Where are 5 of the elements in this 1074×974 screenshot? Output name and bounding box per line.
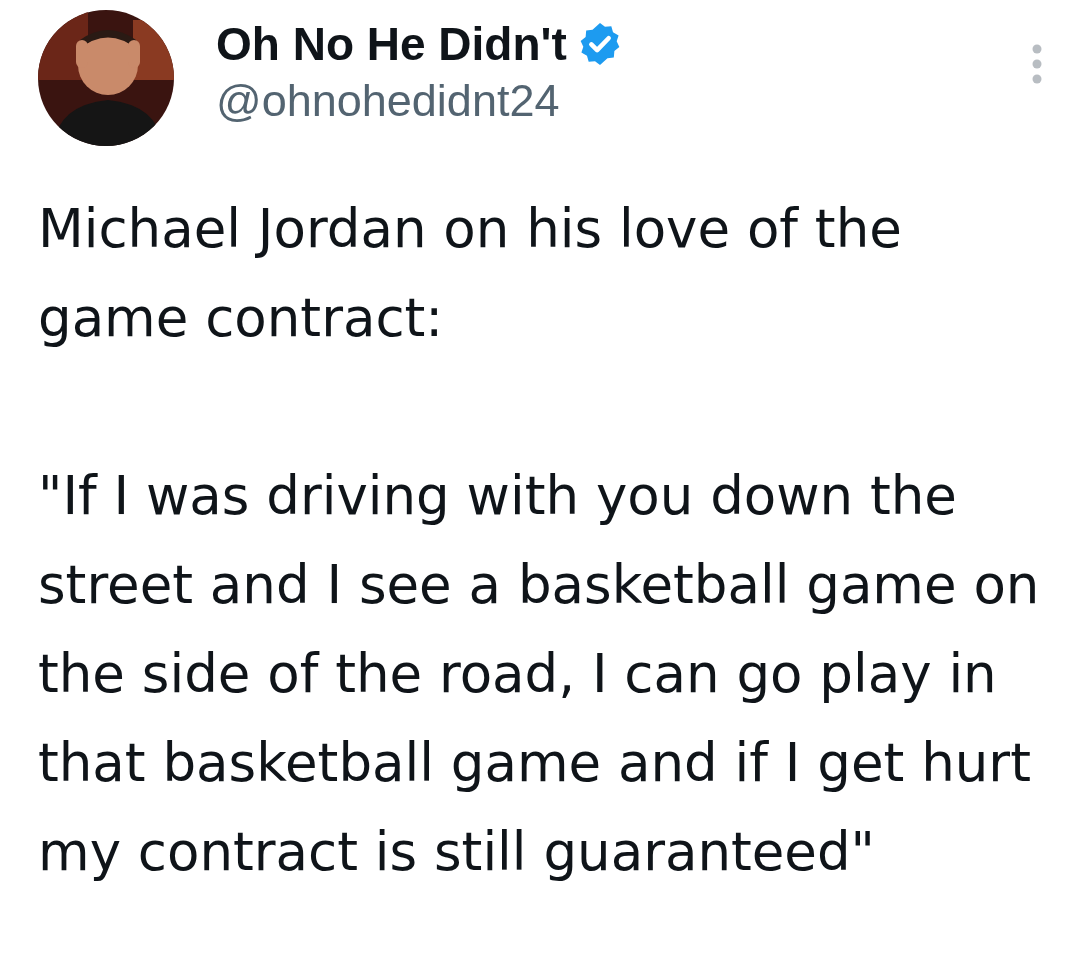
account-handle[interactable]: @ohnohedidnt24 <box>216 72 560 130</box>
more-options-icon[interactable] <box>1031 44 1043 84</box>
tweet-text: Michael Jordan on his love of the game contract: <box>38 197 903 350</box>
tweet-text: "If I was driving with you down the street and I see a basketball game on the side of the road, I can go play in that basketball game and if I get hurt my contract is still guaranteed" <box>38 464 1041 884</box>
account-name[interactable]: Oh No He Didn't <box>216 16 567 72</box>
